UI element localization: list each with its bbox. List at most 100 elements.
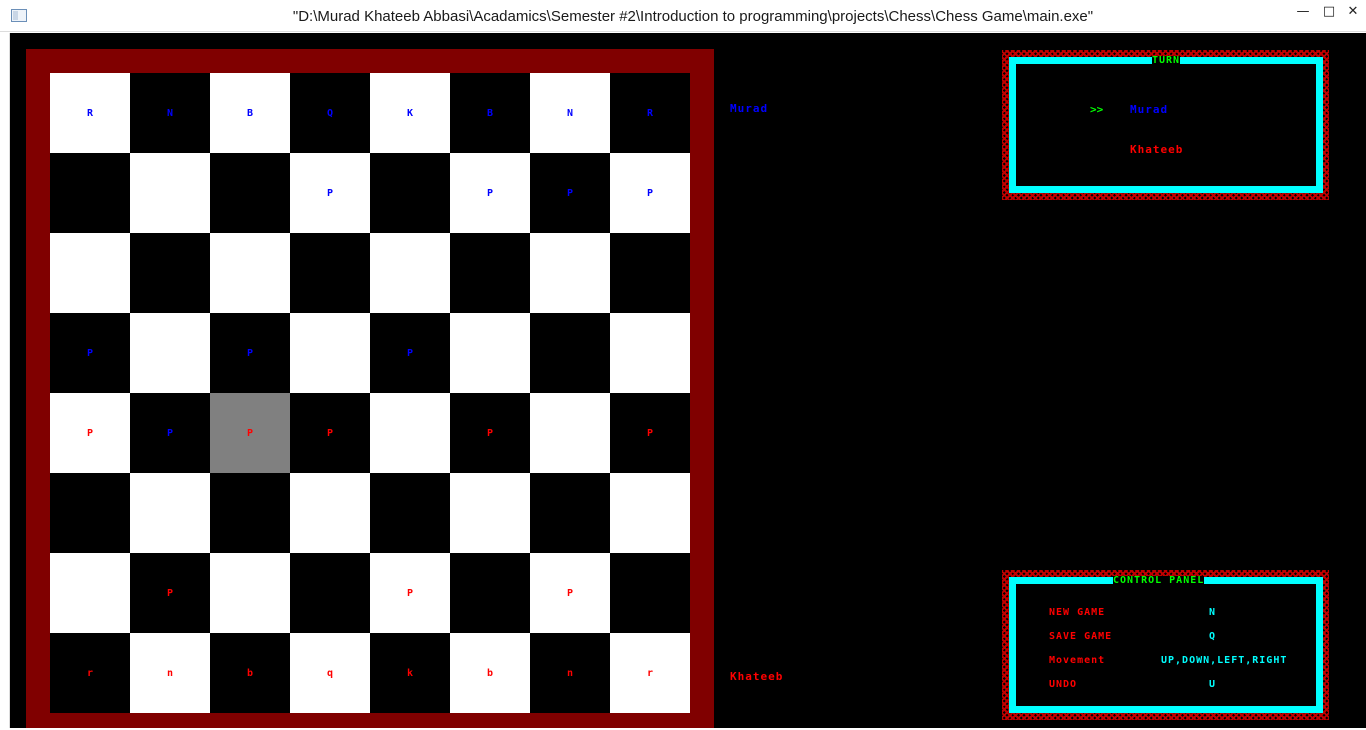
square-b5[interactable] xyxy=(130,313,210,393)
control-key-new-game: N xyxy=(1209,607,1217,618)
square-d7[interactable]: P xyxy=(290,153,370,233)
square-c6[interactable] xyxy=(210,233,290,313)
piece-a8: R xyxy=(86,107,94,119)
piece-h8: R xyxy=(646,107,654,119)
square-h1[interactable]: r xyxy=(610,633,690,713)
turn-indicator-arrow: >> xyxy=(1090,103,1104,116)
title-bar: "D:\Murad Khateeb Abbasi\Acadamics\Semes… xyxy=(0,0,1366,32)
turn-panel-title: TURN xyxy=(1152,55,1181,66)
square-e7[interactable] xyxy=(370,153,450,233)
maximize-button[interactable]: □ xyxy=(1318,4,1340,22)
control-label-save-game: SAVE GAME xyxy=(1049,631,1113,642)
square-a1[interactable]: r xyxy=(50,633,130,713)
piece-f1: b xyxy=(486,667,494,679)
square-d2[interactable] xyxy=(290,553,370,633)
square-b7[interactable] xyxy=(130,153,210,233)
square-c7[interactable] xyxy=(210,153,290,233)
piece-g8: N xyxy=(566,107,574,119)
control-label-movement: Movement xyxy=(1049,655,1106,666)
piece-b1: n xyxy=(166,667,174,679)
square-e4[interactable] xyxy=(370,393,450,473)
square-h7[interactable]: P xyxy=(610,153,690,233)
square-d1[interactable]: q xyxy=(290,633,370,713)
square-c1[interactable]: b xyxy=(210,633,290,713)
square-c8[interactable]: B xyxy=(210,73,290,153)
square-g6[interactable] xyxy=(530,233,610,313)
square-d3[interactable] xyxy=(290,473,370,553)
square-a4[interactable]: P xyxy=(50,393,130,473)
square-b8[interactable]: N xyxy=(130,73,210,153)
square-a2[interactable] xyxy=(50,553,130,633)
square-a8[interactable]: R xyxy=(50,73,130,153)
square-c4[interactable]: P xyxy=(210,393,290,473)
square-b1[interactable]: n xyxy=(130,633,210,713)
square-h8[interactable]: R xyxy=(610,73,690,153)
square-e2[interactable]: P xyxy=(370,553,450,633)
piece-d1: q xyxy=(326,667,334,679)
minimize-button[interactable]: — xyxy=(1292,4,1314,22)
square-h6[interactable] xyxy=(610,233,690,313)
window-left-border xyxy=(0,33,10,730)
square-h5[interactable] xyxy=(610,313,690,393)
square-a6[interactable] xyxy=(50,233,130,313)
square-d5[interactable] xyxy=(290,313,370,393)
square-e8[interactable]: K xyxy=(370,73,450,153)
close-button[interactable]: ✕ xyxy=(1342,4,1364,22)
square-g3[interactable] xyxy=(530,473,610,553)
piece-h4: P xyxy=(646,427,654,439)
square-f4[interactable]: P xyxy=(450,393,530,473)
square-d8[interactable]: Q xyxy=(290,73,370,153)
piece-d4: P xyxy=(326,427,334,439)
square-d6[interactable] xyxy=(290,233,370,313)
square-g2[interactable]: P xyxy=(530,553,610,633)
square-e1[interactable]: k xyxy=(370,633,450,713)
piece-b4: P xyxy=(166,427,174,439)
piece-a4: P xyxy=(86,427,94,439)
square-b6[interactable] xyxy=(130,233,210,313)
square-c5[interactable]: P xyxy=(210,313,290,393)
piece-c8: B xyxy=(246,107,254,119)
piece-a1: r xyxy=(86,667,94,679)
square-e3[interactable] xyxy=(370,473,450,553)
square-g4[interactable] xyxy=(530,393,610,473)
square-f8[interactable]: B xyxy=(450,73,530,153)
square-f1[interactable]: b xyxy=(450,633,530,713)
control-panel xyxy=(1009,577,1323,713)
square-b4[interactable]: P xyxy=(130,393,210,473)
square-b3[interactable] xyxy=(130,473,210,553)
player-top-label: Murad xyxy=(730,102,769,115)
square-a7[interactable] xyxy=(50,153,130,233)
square-h4[interactable]: P xyxy=(610,393,690,473)
square-c2[interactable] xyxy=(210,553,290,633)
piece-b8: N xyxy=(166,107,174,119)
square-f2[interactable] xyxy=(450,553,530,633)
square-e5[interactable]: P xyxy=(370,313,450,393)
square-f6[interactable] xyxy=(450,233,530,313)
piece-h7: P xyxy=(646,187,654,199)
square-h3[interactable] xyxy=(610,473,690,553)
square-a3[interactable] xyxy=(50,473,130,553)
square-d4[interactable]: P xyxy=(290,393,370,473)
square-c3[interactable] xyxy=(210,473,290,553)
square-f7[interactable]: P xyxy=(450,153,530,233)
square-f3[interactable] xyxy=(450,473,530,553)
square-g7[interactable]: P xyxy=(530,153,610,233)
square-g1[interactable]: n xyxy=(530,633,610,713)
turn-player2: Khateeb xyxy=(1130,143,1184,156)
square-h2[interactable] xyxy=(610,553,690,633)
piece-c5: P xyxy=(246,347,254,359)
piece-d8: Q xyxy=(326,107,334,119)
square-b2[interactable]: P xyxy=(130,553,210,633)
piece-c1: b xyxy=(246,667,254,679)
piece-f7: P xyxy=(486,187,494,199)
square-f5[interactable] xyxy=(450,313,530,393)
square-g5[interactable] xyxy=(530,313,610,393)
control-panel-title: CONTROL PANEL xyxy=(1113,575,1205,586)
piece-d7: P xyxy=(326,187,334,199)
piece-f4: P xyxy=(486,427,494,439)
square-a5[interactable]: P xyxy=(50,313,130,393)
square-e6[interactable] xyxy=(370,233,450,313)
piece-c4: P xyxy=(246,427,254,439)
square-g8[interactable]: N xyxy=(530,73,610,153)
piece-h1: r xyxy=(646,667,654,679)
